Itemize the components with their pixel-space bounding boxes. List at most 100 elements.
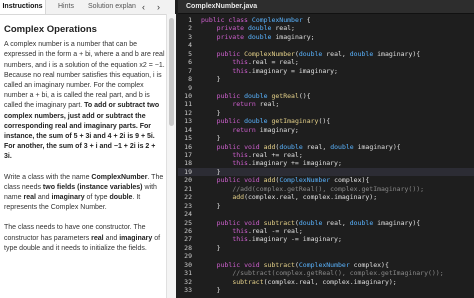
tab-instructions[interactable]: Instructions (0, 0, 46, 14)
tab-solution-explanation[interactable]: Solution explan (88, 0, 138, 14)
code-line[interactable]: 1 public class ComplexNumber { (178, 16, 474, 24)
code-text[interactable]: this.imaginary = imaginary; (201, 67, 338, 75)
code-text[interactable]: public class ComplexNumber { (201, 16, 311, 24)
code-text[interactable]: } (201, 244, 221, 252)
code-line[interactable]: 14 return imaginary; (178, 126, 474, 134)
code-text[interactable]: add(complex.real, complex.imaginary); (201, 193, 377, 201)
code-line[interactable]: 8 } (178, 75, 474, 83)
code-text[interactable]: private double real; (201, 24, 295, 32)
code-text[interactable]: public void subtract(ComplexNumber compl… (201, 261, 389, 269)
code-line[interactable]: 21 //add(complex.getReal(), complex.getI… (178, 185, 474, 193)
code-line[interactable]: 32 subtract(complex.real, complex.imagin… (178, 278, 474, 286)
code-line[interactable]: 4 (178, 41, 474, 49)
code-text[interactable]: this.real = real; (201, 58, 299, 66)
code-text[interactable]: public void add(ComplexNumber complex){ (201, 176, 370, 184)
code-line[interactable]: 2 private double real; (178, 24, 474, 32)
code-text[interactable]: return imaginary; (201, 126, 299, 134)
instructions-scrollbar[interactable] (166, 14, 176, 298)
code-text[interactable]: } (201, 109, 221, 117)
code-line[interactable]: 11 return real; (178, 100, 474, 108)
field-type: double (109, 194, 133, 202)
code-line[interactable]: 25 public void subtract(double real, dou… (178, 219, 474, 227)
field-real: real (23, 194, 36, 202)
code-line[interactable]: 18 this.imaginary += imaginary; (178, 159, 474, 167)
code-line[interactable]: 6 this.real = real; (178, 58, 474, 66)
code-text[interactable]: //subtract(complex.getReal(), complex.ge… (201, 269, 443, 277)
line-number: 5 (188, 49, 192, 58)
code-text[interactable]: public void add(double real, double imag… (201, 143, 401, 151)
code-line[interactable]: 27 this.imaginary -= imaginary; (178, 235, 474, 243)
code-line[interactable]: 30 public void subtract(ComplexNumber co… (178, 261, 474, 269)
code-line[interactable]: 16 public void add(double real, double i… (178, 143, 474, 151)
chevron-left-icon[interactable]: ‹ (142, 0, 145, 14)
line-number: 10 (184, 91, 192, 100)
code-line[interactable]: 9 (178, 84, 474, 92)
panel-tab-bar: Instructions Hints Solution explan ‹ › (0, 0, 175, 15)
fields-note: two fields (instance variables) (42, 183, 143, 191)
definition-text: A complex number is a number that can be… (4, 41, 165, 110)
code-text[interactable]: public double getReal(){ (201, 92, 311, 100)
line-number: 17 (184, 151, 192, 159)
tab-hints[interactable]: Hints (58, 0, 80, 14)
definition-bold-text: To add or subtract two complex numbers, … (4, 102, 160, 161)
code-line[interactable]: 23 } (178, 202, 474, 210)
code-text[interactable]: public double getImaginary(){ (201, 117, 331, 125)
line-number: 3 (188, 32, 192, 41)
code-area[interactable]: 1 public class ComplexNumber {2 private d… (178, 16, 474, 294)
code-line[interactable]: 17 this.real += real; (178, 151, 474, 159)
class-name: ComplexNumber (91, 173, 148, 181)
paragraph-class-spec: Write a class with the name ComplexNumbe… (4, 173, 165, 214)
paragraph-constructor-spec: The class needs to have one constructor.… (4, 223, 165, 254)
text: of type (84, 194, 110, 202)
code-text[interactable]: this.real += real; (201, 151, 302, 159)
code-line[interactable]: 19 } (178, 167, 474, 177)
scrollbar-thumb[interactable] (169, 18, 174, 126)
line-number: 15 (184, 134, 192, 143)
line-number: 28 (184, 243, 192, 252)
line-number: 23 (184, 201, 192, 210)
code-text[interactable]: subtract(complex.real, complex.imaginary… (201, 278, 396, 286)
code-text[interactable]: private double imaginary; (201, 33, 315, 41)
code-line[interactable]: 24 (178, 210, 474, 218)
code-line[interactable]: 20 public void add(ComplexNumber complex… (178, 176, 474, 184)
line-number: 8 (188, 75, 192, 84)
code-text[interactable]: } (201, 75, 221, 83)
code-line[interactable]: 28 } (178, 244, 474, 252)
line-number: 16 (184, 142, 192, 151)
code-line[interactable]: 33 } (178, 286, 474, 294)
code-line[interactable]: 7 this.imaginary = imaginary; (178, 67, 474, 75)
code-line[interactable]: 3 private double imaginary; (178, 33, 474, 41)
code-line[interactable]: 13 public double getImaginary(){ (178, 117, 474, 125)
code-text[interactable]: this.imaginary += imaginary; (201, 159, 342, 167)
code-text[interactable]: this.real -= real; (201, 227, 302, 235)
code-text[interactable]: } (201, 202, 221, 210)
line-number: 25 (184, 218, 192, 227)
code-text[interactable]: } (201, 168, 221, 176)
code-text[interactable]: } (201, 286, 221, 294)
code-editor[interactable]: ComplexNumber.java 1 public class Complex… (178, 0, 474, 298)
line-number: 32 (184, 277, 192, 286)
code-line[interactable]: 10 public double getReal(){ (178, 92, 474, 100)
code-text[interactable]: //add(complex.getReal(), complex.getImag… (201, 185, 424, 193)
code-line[interactable]: 26 this.real -= real; (178, 227, 474, 235)
code-text[interactable]: public void subtract(double real, double… (201, 219, 421, 227)
code-line[interactable]: 12 } (178, 109, 474, 117)
code-line[interactable]: 31 //subtract(complex.getReal(), complex… (178, 269, 474, 277)
chevron-right-icon[interactable]: › (157, 0, 160, 14)
code-line[interactable]: 5 public ComplexNumber(double real, doub… (178, 50, 474, 58)
line-number: 9 (188, 83, 192, 92)
code-line[interactable]: 29 (178, 252, 474, 260)
code-text[interactable]: public ComplexNumber(double real, double… (201, 50, 421, 58)
line-number: 6 (188, 58, 192, 67)
param-imaginary: imaginary (119, 234, 153, 242)
code-line[interactable]: 22 add(complex.real, complex.imaginary); (178, 193, 474, 201)
instructions-panel: Instructions Hints Solution explan ‹ › C… (0, 0, 176, 298)
line-number: 18 (184, 159, 192, 168)
code-text[interactable]: return real; (201, 100, 279, 108)
code-text[interactable]: } (201, 134, 221, 142)
line-number: 12 (184, 108, 192, 117)
file-tab[interactable]: ComplexNumber.java (178, 0, 474, 14)
line-number: 2 (188, 24, 192, 33)
code-text[interactable]: this.imaginary -= imaginary; (201, 235, 342, 243)
code-line[interactable]: 15 } (178, 134, 474, 142)
